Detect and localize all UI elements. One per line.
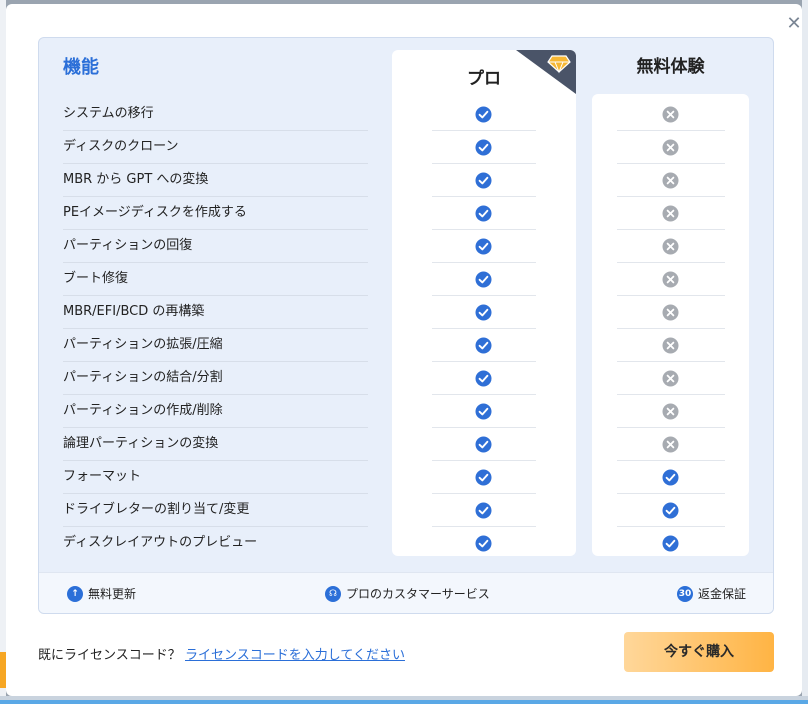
- feature-row: 論理パーティションの変換: [39, 428, 773, 461]
- feature-row: システムの移行: [39, 98, 773, 131]
- check-icon: [475, 172, 492, 189]
- feature-label: システムの移行: [63, 98, 368, 131]
- check-icon: [475, 271, 492, 288]
- feature-row: パーティションの作成/削除: [39, 395, 773, 428]
- benefit-support-label: プロのカスタマーサービス: [346, 587, 490, 601]
- background-window-edge-right: [802, 0, 808, 704]
- check-icon: [475, 205, 492, 222]
- cross-icon: [662, 337, 679, 354]
- cross-icon: [662, 370, 679, 387]
- check-icon: [475, 370, 492, 387]
- benefit-refund: 30 返金保証: [677, 585, 746, 602]
- feature-comparison-panel: 機能 プロ 無料体験 システムの移行 ディスクのクローン MBR から GPT への…: [38, 37, 774, 614]
- check-icon: [475, 502, 492, 519]
- buy-now-button[interactable]: 今すぐ購入: [624, 632, 774, 672]
- feature-label: ブート修復: [63, 263, 368, 296]
- feature-row: パーティションの結合/分割: [39, 362, 773, 395]
- check-icon: [475, 106, 492, 123]
- feature-row: ドライブレターの割り当て/変更: [39, 494, 773, 527]
- cross-icon: [662, 139, 679, 156]
- enter-license-link[interactable]: ライセンスコードを入力してください: [185, 644, 405, 663]
- check-icon: [662, 502, 679, 519]
- upgrade-dialog: ✕ 機能 プロ 無料体験 システムの移行 ディスクのクローン MBR から GPT …: [6, 4, 802, 696]
- feature-row: MBR/EFI/BCD の再構築: [39, 296, 773, 329]
- close-icon[interactable]: ✕: [782, 12, 806, 36]
- benefit-support: ☊ プロのカスタマーサービス: [325, 585, 490, 602]
- benefit-refund-label: 返金保証: [698, 587, 747, 601]
- check-icon: [662, 535, 679, 552]
- check-icon: [475, 436, 492, 453]
- check-icon: [662, 469, 679, 486]
- money-back-30-icon: 30: [677, 585, 693, 602]
- check-icon: [475, 469, 492, 486]
- feature-row: パーティションの回復: [39, 230, 773, 263]
- cross-icon: [662, 106, 679, 123]
- pro-row-divider: [432, 559, 536, 560]
- cross-icon: [662, 304, 679, 321]
- cross-icon: [662, 172, 679, 189]
- feature-label: PEイメージディスクを作成する: [63, 197, 368, 230]
- feature-row: PEイメージディスクを作成する: [39, 197, 773, 230]
- benefit-free-updates-label: 無料更新: [88, 587, 137, 601]
- feature-row: フォーマット: [39, 461, 773, 494]
- feature-row: ディスクのクローン: [39, 131, 773, 164]
- feature-label: パーティションの回復: [63, 230, 368, 263]
- check-icon: [475, 238, 492, 255]
- feature-label: MBR から GPT への変換: [63, 164, 368, 197]
- check-icon: [475, 139, 492, 156]
- feature-label: ディスクレイアウトのプレビュー: [63, 535, 258, 550]
- feature-label: フォーマット: [63, 461, 368, 494]
- check-icon: [475, 304, 492, 321]
- premium-diamond-icon: [516, 50, 576, 94]
- feature-label: 論理パーティションの変換: [63, 428, 368, 461]
- headset-icon: ☊: [325, 585, 341, 602]
- background-bottom-accent: [0, 700, 808, 704]
- benefits-bar: ↑ 無料更新 ☊ プロのカスタマーサービス 30 返金保証: [39, 572, 773, 613]
- cross-icon: [662, 403, 679, 420]
- check-icon: [475, 535, 492, 552]
- cross-icon: [662, 205, 679, 222]
- cross-icon: [662, 271, 679, 288]
- feature-label: ディスクのクローン: [63, 131, 368, 164]
- feature-label: ドライブレターの割り当て/変更: [63, 494, 368, 527]
- feature-row: MBR から GPT への変換: [39, 164, 773, 197]
- check-icon: [475, 337, 492, 354]
- license-question: 既にライセンスコード？: [38, 648, 181, 663]
- feature-row: ブート修復: [39, 263, 773, 296]
- update-arrow-icon: ↑: [67, 585, 83, 602]
- free-trial-heading: 無料体験: [636, 57, 705, 77]
- feature-row: パーティションの拡張/圧縮: [39, 329, 773, 362]
- free-row-divider: [617, 559, 725, 560]
- cross-icon: [662, 238, 679, 255]
- cross-icon: [662, 436, 679, 453]
- feature-label: パーティションの拡張/圧縮: [63, 329, 368, 362]
- check-icon: [475, 403, 492, 420]
- feature-row: ディスクレイアウトのプレビュー: [39, 527, 773, 560]
- feature-label: パーティションの作成/削除: [63, 395, 368, 428]
- benefit-free-updates: ↑ 無料更新: [67, 585, 136, 602]
- feature-label: MBR/EFI/BCD の再構築: [63, 296, 368, 329]
- feature-label: パーティションの結合/分割: [63, 362, 368, 395]
- features-heading: 機能: [63, 57, 99, 78]
